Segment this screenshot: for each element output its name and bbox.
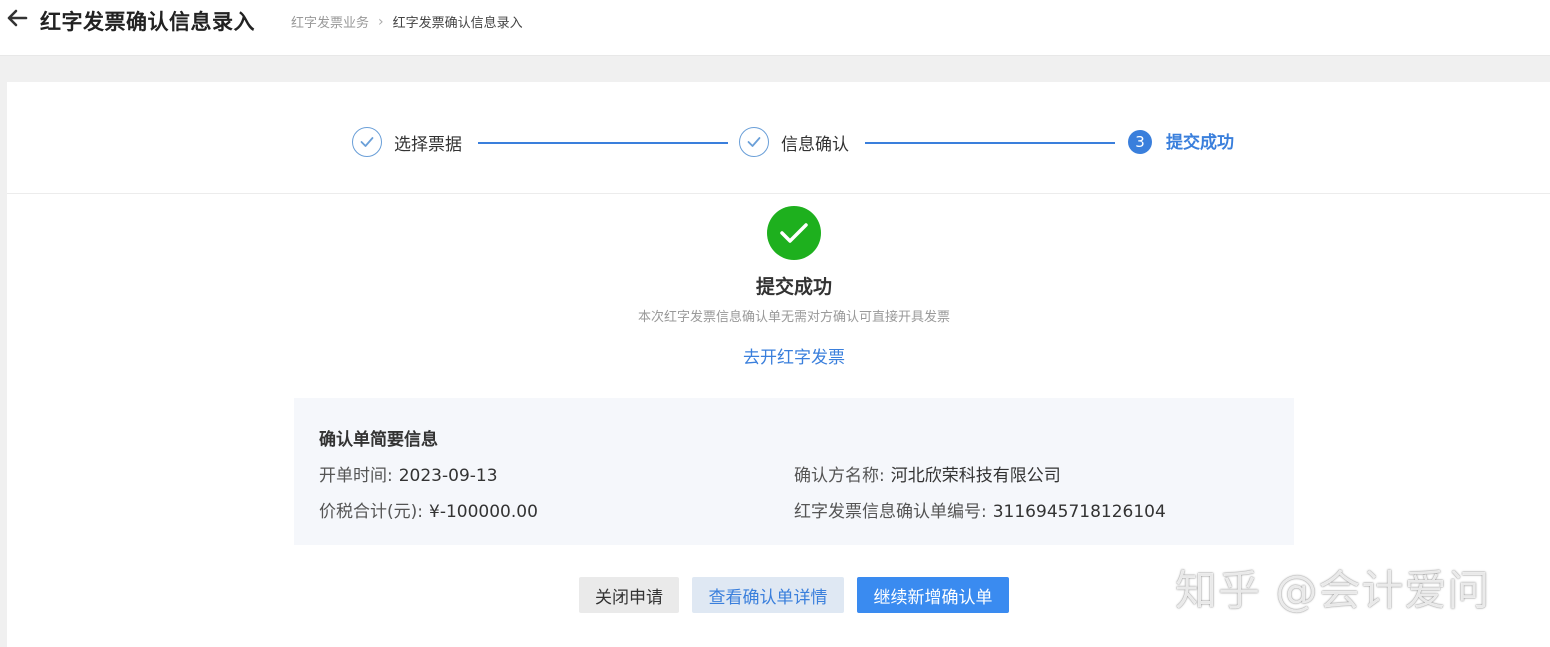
confirmer-value: 河北欣荣科技有限公司 [890,466,1061,486]
success-check-icon [767,206,821,260]
step-info-confirm: 信息确认 [739,127,849,157]
result-title: 提交成功 [755,276,832,298]
step-label: 选择票据 [394,134,462,155]
result-description: 本次红字发票信息确认单无需对方确认可直接开具发票 [637,310,950,325]
total-value: ¥-100000.00 [429,502,538,522]
step-label: 提交成功 [1166,133,1234,153]
summary-heading: 确认单简要信息 [319,430,438,450]
page-title: 红字发票确认信息录入 [40,10,255,34]
step-submit-success: 3 提交成功 [1128,127,1234,154]
breadcrumb-item-current: 红字发票确认信息录入 [392,16,523,31]
add-new-confirmation-button[interactable]: 继续新增确认单 [857,577,1009,613]
open-date-value: 2023-09-13 [398,466,498,486]
open-date-label: 开单时间: [319,466,393,486]
step-connector [865,142,1115,144]
check-circle-icon [352,127,382,157]
total-label: 价税合计(元): [319,502,423,522]
watermark: 知乎 @会计爱问 [1175,566,1491,615]
confirmation-number-field: 红字发票信息确认单编号: 3116945718126104 [794,497,1166,522]
divider [7,193,1550,194]
step-number: 3 [1128,130,1152,154]
top-bar: 红字发票确认信息录入 红字发票业务 › 红字发票确认信息录入 [0,0,1550,56]
confirmer-field: 确认方名称: 河北欣荣科技有限公司 [794,461,1061,486]
breadcrumb-item-business[interactable]: 红字发票业务 [291,12,369,31]
open-date-field: 开单时间: 2023-09-13 [319,461,498,486]
breadcrumb: 红字发票业务 › 红字发票确认信息录入 [291,12,523,32]
step-select-bill: 选择票据 [352,127,462,157]
confirmation-number-label: 红字发票信息确认单编号: [794,502,987,522]
confirmer-label: 确认方名称: [794,466,885,486]
close-application-button[interactable]: 关闭申请 [579,577,679,613]
confirmation-number-value: 3116945718126104 [992,502,1166,522]
check-circle-icon [739,127,769,157]
step-label: 信息确认 [781,134,849,155]
total-field: 价税合计(元): ¥-100000.00 [319,497,538,522]
summary-panel: 确认单简要信息 开单时间: 2023-09-13 价税合计(元): ¥-100000… [294,398,1294,545]
chevron-right-icon: › [378,13,384,30]
step-connector [478,142,728,144]
back-arrow-icon[interactable] [6,8,28,28]
view-confirmation-details-button[interactable]: 查看确认单详情 [692,577,844,613]
issue-red-invoice-link[interactable]: 去开红字发票 [7,343,1550,368]
